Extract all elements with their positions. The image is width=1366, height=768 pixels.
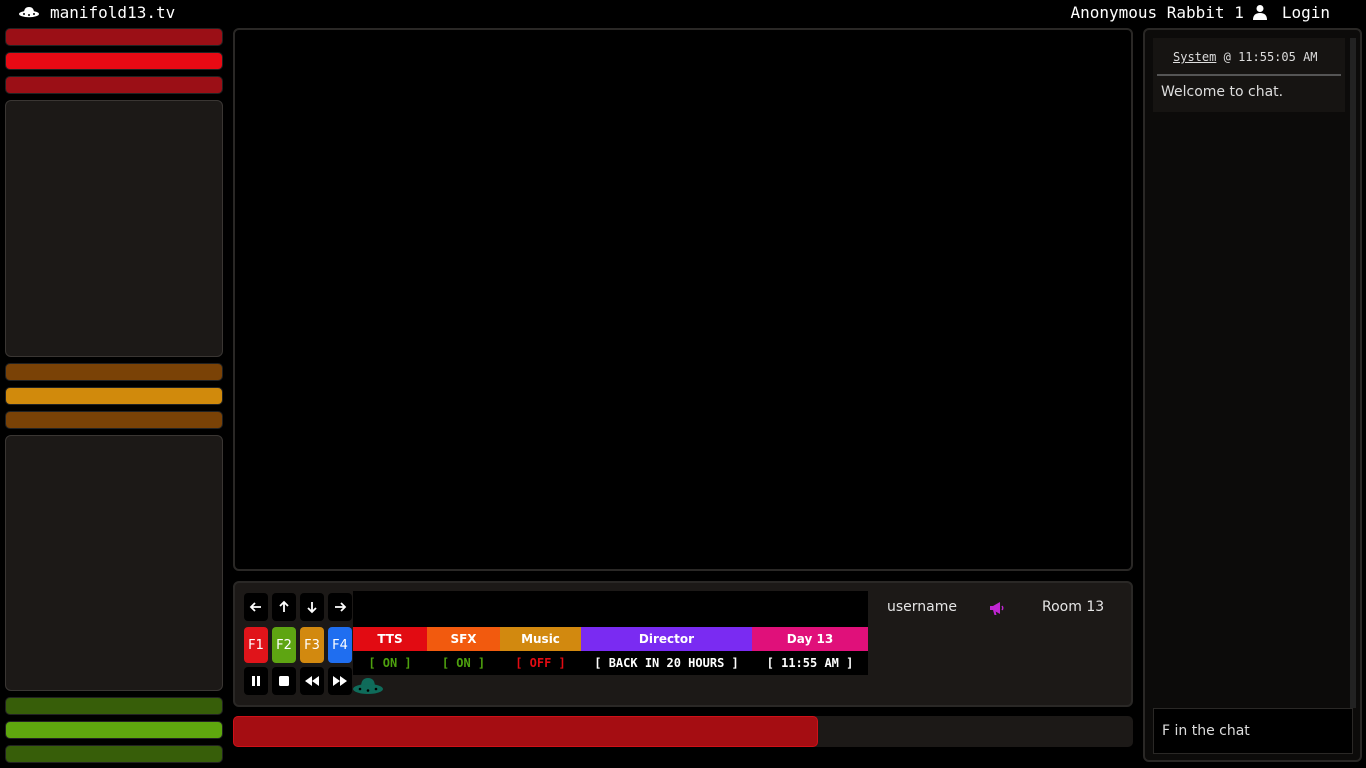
user-area: Anonymous Rabbit 1 Login xyxy=(1070,2,1330,22)
pause-button[interactable] xyxy=(244,667,268,695)
left-bar[interactable] xyxy=(5,28,223,46)
user-name: Anonymous Rabbit 1 xyxy=(1070,2,1244,22)
arrow-up-button[interactable] xyxy=(272,593,296,621)
stop-icon xyxy=(279,676,289,686)
arrow-left-icon xyxy=(249,602,261,612)
chat-input[interactable] xyxy=(1153,708,1353,754)
display-screen xyxy=(353,591,868,627)
status-value-music: [ OFF ] xyxy=(515,656,566,670)
left-bar[interactable] xyxy=(5,76,223,94)
fast-forward-icon xyxy=(333,676,347,686)
ufo-icon xyxy=(19,7,39,18)
chat-scrollbar[interactable] xyxy=(1350,38,1356,708)
pause-icon xyxy=(252,676,260,686)
controls-panel: F1 F2 F3 F4 TTS SFX Music Director Day 1… xyxy=(233,581,1133,707)
status-label-day[interactable]: Day 13 xyxy=(752,627,868,651)
status-label-director[interactable]: Director xyxy=(581,627,752,651)
rewind-icon xyxy=(305,676,319,686)
user-icon xyxy=(1252,5,1267,20)
left-bar[interactable] xyxy=(5,411,223,429)
status-label-music[interactable]: Music xyxy=(500,627,581,651)
status-value-director: [ BACK IN 20 HOURS ] xyxy=(594,656,739,670)
chat-message-header: System @ 11:55:05 AM xyxy=(1173,50,1318,64)
status-label-tts[interactable]: TTS xyxy=(353,627,427,651)
room-label[interactable]: Room 13 xyxy=(1042,599,1104,615)
login-link[interactable]: Login xyxy=(1282,3,1330,22)
left-bar[interactable] xyxy=(5,745,223,763)
status-value-tts: [ ON ] xyxy=(368,656,412,670)
arrow-down-icon xyxy=(307,602,317,614)
status-value-day: [ 11:55 AM ] xyxy=(766,656,854,670)
arrow-down-button[interactable] xyxy=(300,593,324,621)
chat-message-text: Welcome to chat. xyxy=(1161,84,1284,100)
left-bar[interactable] xyxy=(5,363,223,381)
chat-message-user[interactable]: System xyxy=(1173,50,1216,64)
left-bar[interactable] xyxy=(5,721,223,739)
megaphone-icon[interactable] xyxy=(987,599,1005,617)
site-name[interactable]: manifold13.tv xyxy=(50,3,175,22)
arrow-right-button[interactable] xyxy=(328,593,352,621)
status-grid: TTS SFX Music Director Day 13 [ ON ] [ O… xyxy=(353,627,868,675)
stop-button[interactable] xyxy=(272,667,296,695)
left-bar[interactable] xyxy=(5,697,223,715)
arrow-up-icon xyxy=(279,600,289,612)
arrow-left-button[interactable] xyxy=(244,593,268,621)
ufo-icon xyxy=(351,675,385,701)
username-label[interactable]: username xyxy=(887,599,957,615)
rewind-button[interactable] xyxy=(300,667,324,695)
progress-bar[interactable] xyxy=(233,716,1133,747)
divider xyxy=(1157,74,1341,76)
left-panel-bottom xyxy=(5,435,223,691)
status-label-sfx[interactable]: SFX xyxy=(427,627,500,651)
brand[interactable]: manifold13.tv xyxy=(18,2,175,22)
f2-button[interactable]: F2 xyxy=(272,627,296,663)
arrow-right-icon xyxy=(335,602,347,612)
status-value-sfx: [ ON ] xyxy=(441,656,486,670)
top-bar: manifold13.tv Anonymous Rabbit 1 Login xyxy=(0,0,1366,24)
chat-message-separator: @ xyxy=(1223,50,1231,64)
left-bar[interactable] xyxy=(5,52,223,70)
fast-forward-button[interactable] xyxy=(328,667,352,695)
chat-panel: System @ 11:55:05 AM Welcome to chat. xyxy=(1143,28,1362,762)
f1-button[interactable]: F1 xyxy=(244,627,268,663)
chat-message: System @ 11:55:05 AM Welcome to chat. xyxy=(1153,38,1345,112)
f4-button[interactable]: F4 xyxy=(328,627,352,663)
chat-message-time: 11:55:05 AM xyxy=(1238,50,1318,64)
left-bar[interactable] xyxy=(5,387,223,405)
video-player[interactable] xyxy=(233,28,1133,571)
progress-fill xyxy=(233,716,818,747)
f3-button[interactable]: F3 xyxy=(300,627,324,663)
left-panel-top xyxy=(5,100,223,357)
